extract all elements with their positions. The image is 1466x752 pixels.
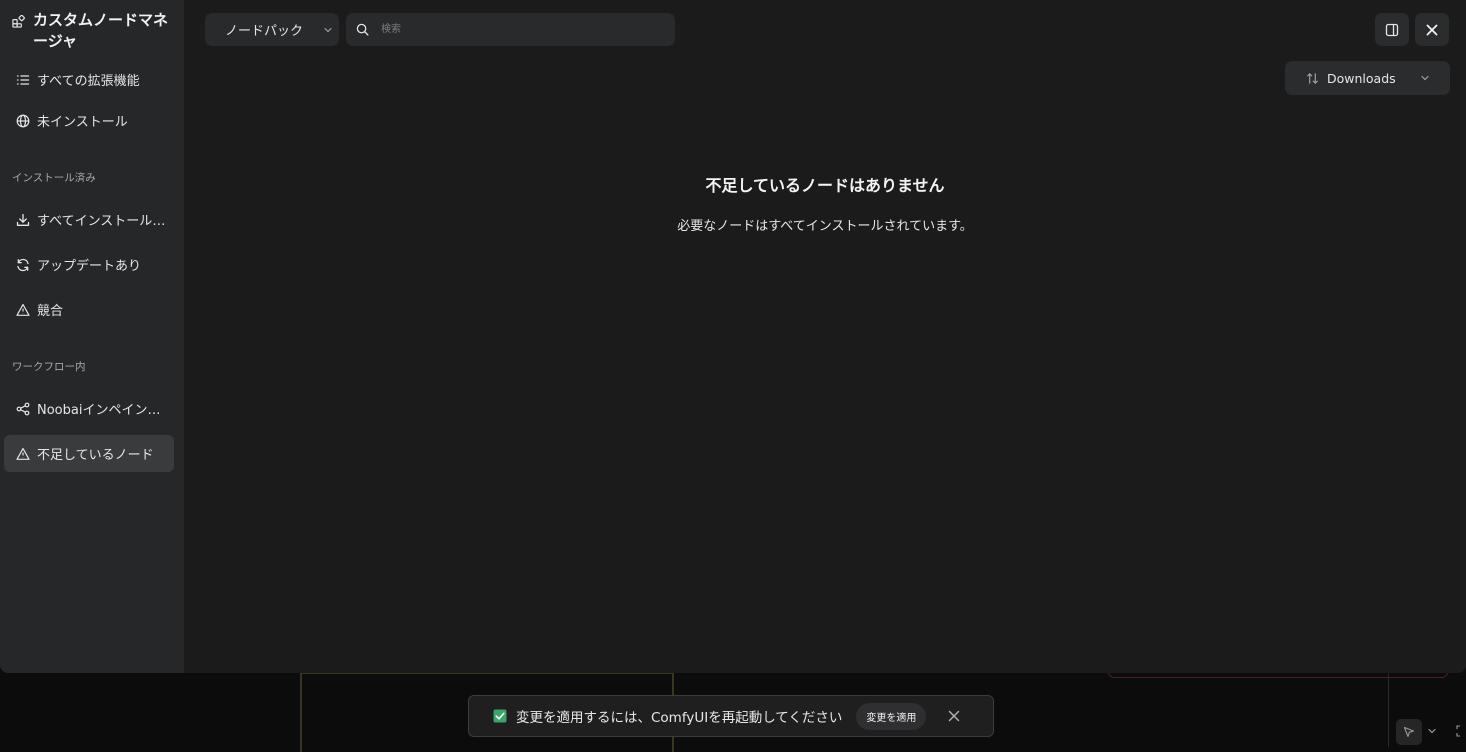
download-icon <box>16 213 30 227</box>
close-icon <box>1425 23 1439 37</box>
sidebar-item-label: 未インストール <box>37 111 128 130</box>
panel-right-icon <box>1385 23 1399 37</box>
chevron-down-icon <box>1420 73 1430 83</box>
cursor-icon <box>1403 726 1415 738</box>
sidebar-item-label: 競合 <box>37 300 63 319</box>
list-icon <box>16 73 30 87</box>
sort-dropdown[interactable]: Downloads <box>1285 61 1450 95</box>
toast-message: 変更を適用するには、ComfyUIを再起動してください <box>516 706 842 726</box>
warning-icon <box>16 447 30 461</box>
chevron-down-icon[interactable] <box>1427 726 1437 736</box>
sidebar-item-label: アップデートあり <box>37 255 141 274</box>
refresh-icon <box>16 258 30 272</box>
restart-toast: 変更を適用するには、ComfyUIを再起動してください 変更を適用 <box>468 695 994 737</box>
section-label-installed: インストール済み <box>12 170 96 185</box>
search-icon <box>356 23 369 36</box>
sidebar-header: カスタムノードマネージャ <box>12 10 177 52</box>
close-toast-button[interactable] <box>948 710 960 722</box>
sidebar-item-label: すべての拡張機能 <box>37 70 140 89</box>
select-tool-button[interactable] <box>1396 719 1422 745</box>
close-dialog-button[interactable] <box>1415 13 1449 46</box>
node-pack-dropdown[interactable]: ノードパック <box>205 13 339 46</box>
sidebar-item-label: すべてインストール済み <box>37 210 167 229</box>
apply-changes-button[interactable]: 変更を適用 <box>856 703 926 730</box>
canvas-divider <box>1388 674 1389 747</box>
toggle-panel-button[interactable] <box>1375 13 1409 46</box>
node-pack-dropdown-label: ノードパック <box>225 20 303 39</box>
sidebar-item-workflow[interactable]: Noobaiインペインティング <box>4 390 174 427</box>
sidebar: カスタムノードマネージャ すべての拡張機能 未インストール インストール済み <box>0 0 184 673</box>
custom-node-manager-dialog: カスタムノードマネージャ すべての拡張機能 未インストール インストール済み <box>0 0 1466 673</box>
sort-icon <box>1306 72 1319 85</box>
empty-state-description: 必要なノードはすべてインストールされています。 <box>184 215 1466 234</box>
sidebar-item-updates[interactable]: アップデートあり <box>4 246 174 283</box>
sort-dropdown-label: Downloads <box>1327 71 1420 86</box>
sidebar-item-all-extensions[interactable]: すべての拡張機能 <box>4 61 174 98</box>
empty-state-title: 不足しているノードはありません <box>184 172 1466 196</box>
sidebar-item-label: 不足しているノード <box>37 444 154 463</box>
warning-icon <box>16 303 30 317</box>
sidebar-item-all-installed[interactable]: すべてインストール済み <box>4 201 174 238</box>
search-box <box>346 13 675 46</box>
puzzle-icon <box>12 15 25 28</box>
section-label-workflow: ワークフロー内 <box>12 359 86 374</box>
fit-view-icon[interactable] <box>1456 725 1466 737</box>
sidebar-item-missing-nodes[interactable]: 不足しているノード <box>4 435 174 472</box>
share-nodes-icon <box>16 402 30 416</box>
search-input[interactable] <box>379 23 663 36</box>
sidebar-item-not-installed[interactable]: 未インストール <box>4 102 174 139</box>
chevron-down-icon <box>323 25 333 35</box>
checkbox-checked-icon <box>493 709 507 723</box>
sidebar-item-conflicts[interactable]: 競合 <box>4 291 174 328</box>
globe-icon <box>16 114 30 128</box>
sidebar-title: カスタムノードマネージャ <box>33 10 177 52</box>
sidebar-item-label: Noobaiインペインティング <box>37 399 167 418</box>
main-content: ノードパック <box>184 0 1466 673</box>
